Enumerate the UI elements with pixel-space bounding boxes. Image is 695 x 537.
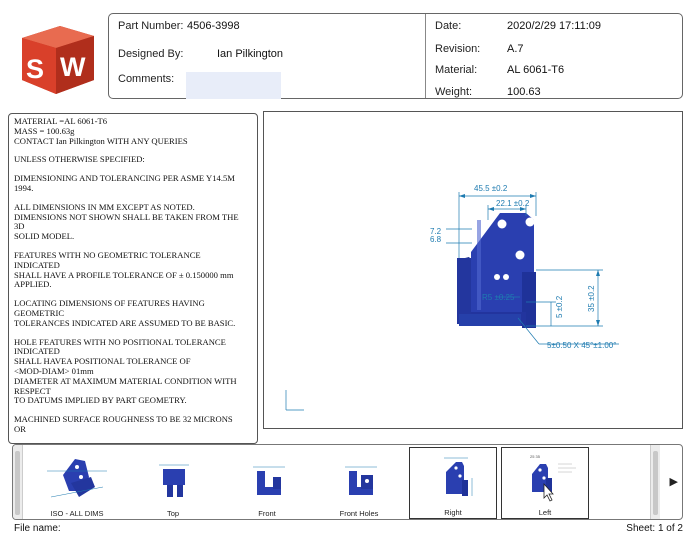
designed-by-value: Ian Pilkington — [217, 48, 284, 60]
file-name: File name: — [14, 523, 61, 534]
note-line: UNLESS OTHERWISE SPECIFIED: — [14, 154, 145, 165]
thumb-label: Left — [538, 508, 552, 517]
dim-height-total[interactable]: 35 ±0.2 — [587, 285, 596, 312]
svg-text:S: S — [26, 54, 44, 84]
revision-value: A.7 — [507, 43, 524, 55]
part-number-value: 4506-3998 — [187, 20, 240, 32]
thumb-label: Front Holes — [339, 509, 379, 518]
svg-text:W: W — [60, 52, 86, 82]
note-line: TOLERANCES INDICATED ARE ASSUMED TO BE B… — [14, 317, 236, 328]
thumb-label: Right — [444, 508, 462, 517]
note-line: DIMENSIONS NOT SHOWN SHALL BE TAKEN FROM… — [14, 211, 239, 222]
material-value: AL 6061-T6 — [507, 64, 565, 76]
sheet-indicator: Sheet: 1 of 2 — [626, 523, 683, 534]
material-label: Material: — [435, 64, 478, 76]
date-value: 2020/2/29 17:11:09 — [507, 20, 601, 32]
thumb-left[interactable]: 25 35 Left — [501, 447, 589, 519]
dim-chamfer[interactable]: 5±0.50 X 45°±1.00° — [547, 341, 616, 350]
weight-label: Weight: — [435, 86, 473, 98]
comments-field[interactable] — [186, 72, 281, 99]
title-block-divider — [425, 14, 426, 98]
note-line: TO DATUMS IMPLIED BY PART GEOMETRY. — [14, 395, 187, 406]
comments-label: Comments: — [118, 73, 175, 85]
part-number-label: Part Number: — [118, 20, 184, 32]
title-block: Part Number: 4506-3998 Designed By: Ian … — [108, 13, 683, 99]
thumb-front-holes[interactable]: Front Holes — [315, 447, 403, 519]
dim-height-small[interactable]: 5 ±0.2 — [555, 295, 564, 318]
file-name-label: File name: — [14, 523, 61, 534]
note-line: CONTACT Ian Pilkington WITH ANY QUERIES — [14, 135, 188, 146]
note-line: APPLIED. — [14, 279, 52, 290]
solidworks-logo: S W — [14, 18, 98, 98]
next-arrow-icon[interactable]: ▶ — [670, 475, 678, 488]
note-line: DIMENSIONING AND TOLERANCING PER ASME Y1… — [14, 173, 235, 184]
note-line: SOLID MODEL. — [14, 231, 75, 242]
strip-scroll-right[interactable] — [650, 445, 660, 519]
thumb-label: Front — [258, 509, 276, 518]
thumb-top[interactable]: Top — [129, 447, 217, 519]
date-label: Date: — [435, 20, 462, 32]
drawing-view[interactable]: 45.5 ±0.2 22.1 ±0.2 7.2 6.8 R5 ±0.25 5 ±… — [263, 111, 683, 429]
note-line: 1994. — [14, 182, 34, 193]
weight-value: 100.63 — [507, 86, 541, 98]
thumb-right[interactable]: Right — [409, 447, 497, 519]
dim-left-lower[interactable]: 6.8 — [430, 235, 442, 244]
dim-width-overall[interactable]: 45.5 ±0.2 — [474, 184, 508, 193]
thumb-front[interactable]: Front — [223, 447, 311, 519]
note-line: OR — [14, 423, 26, 434]
view-thumbnail-strip[interactable]: ▶ ISO - ALL DIMS Top Front Front Holes R… — [12, 444, 683, 520]
thumb-label: ISO - ALL DIMS — [50, 509, 104, 518]
bracket-part — [457, 213, 536, 328]
thumb-label: Top — [166, 509, 180, 518]
revision-label: Revision: — [435, 43, 481, 55]
dim-radius[interactable]: R5 ±0.25 — [482, 293, 515, 302]
note-line: MACHINED SURFACE ROUGHNESS TO BE 32 MICR… — [14, 414, 233, 425]
strip-scroll-left[interactable] — [13, 445, 23, 519]
thumb-iso-all-dims[interactable]: ISO - ALL DIMS — [33, 447, 121, 519]
thumb-left-note: 25 35 — [530, 454, 541, 459]
origin-axes — [285, 390, 304, 411]
designed-by-label: Designed By: — [118, 48, 184, 60]
dim-width-inner[interactable]: 22.1 ±0.2 — [496, 199, 530, 208]
drawing-notes: MATERIAL =AL 6061-T6 MASS = 100.63g CONTAC… — [8, 113, 258, 444]
